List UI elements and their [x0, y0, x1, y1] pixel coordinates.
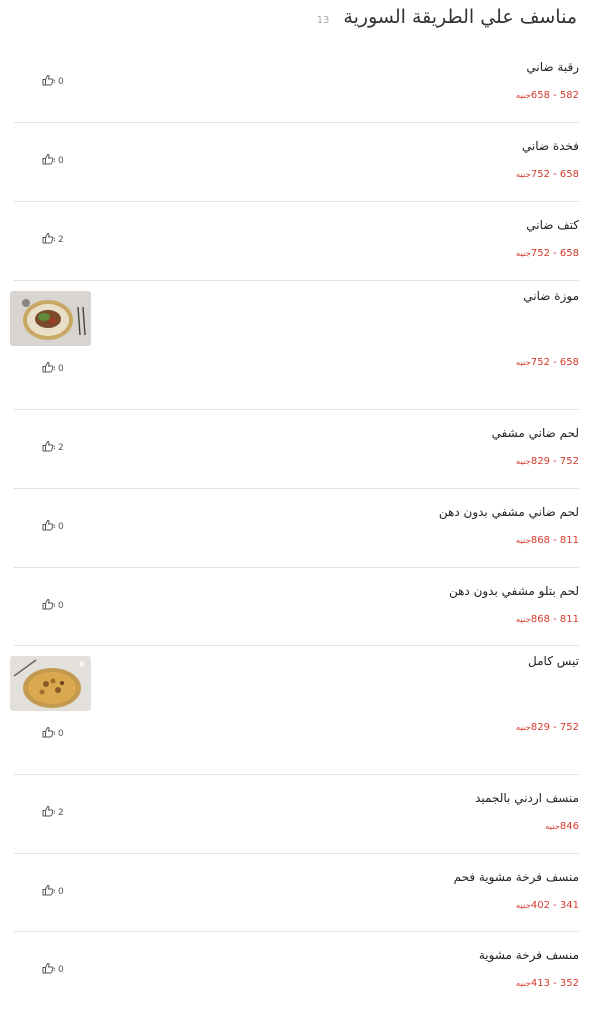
menu-item[interactable]: تيس كامل 752 - 829جنيه 0 — [10, 646, 579, 775]
thumbs-up-icon — [42, 74, 56, 89]
menu-item[interactable]: لحم بتلو مشفي بدون دهن 811 - 868جنيه 0 — [14, 568, 579, 646]
menu-item-image[interactable] — [10, 656, 91, 711]
price-value: 341 - 402 — [530, 900, 579, 911]
like-count: 2 — [58, 234, 64, 245]
like-count: 0 — [58, 76, 64, 87]
menu-item-price: 658 - 752جنيه — [516, 357, 579, 368]
like-count: 0 — [58, 886, 64, 897]
like-button[interactable]: 0 — [42, 962, 64, 977]
price-currency: جنيه — [544, 822, 560, 832]
menu-item-price: 811 - 868جنيه — [516, 614, 579, 625]
menu-item[interactable]: منسف فرخة مشوية فحم 341 - 402جنيه 0 — [14, 854, 579, 932]
menu-item[interactable]: لحم ضاني مشفي 752 - 829جنيه 2 — [14, 410, 579, 489]
like-button[interactable]: 0 — [42, 598, 64, 613]
menu-item-name: لحم ضاني مشفي بدون دهن — [438, 505, 579, 519]
price-value: 352 - 413 — [530, 978, 579, 989]
like-button[interactable]: 2 — [42, 440, 64, 455]
menu-item-price: 352 - 413جنيه — [516, 978, 579, 989]
menu-item[interactable]: فخدة ضاني 658 - 752جنيه 0 — [14, 123, 579, 202]
like-count: 2 — [58, 442, 64, 453]
price-currency: جنيه — [515, 91, 531, 101]
menu-section-header: مناسف علي الطريقة السورية 13 — [14, 6, 577, 36]
price-value: 846 — [559, 821, 579, 832]
menu-item-price: 811 - 868جنيه — [516, 535, 579, 546]
like-count: 0 — [58, 964, 64, 975]
like-button[interactable]: 2 — [42, 232, 64, 247]
menu-item-price: 341 - 402جنيه — [516, 900, 579, 911]
menu-item-price: 582 - 658جنيه — [516, 90, 579, 101]
thumbs-up-icon — [42, 598, 56, 613]
menu-item-name: منسف اردني بالجميد — [475, 791, 579, 805]
price-value: 658 - 752 — [530, 357, 579, 368]
thumbs-up-icon — [42, 519, 56, 534]
like-count: 0 — [58, 600, 64, 611]
menu-item-name: منسف فرخة مشوية — [478, 948, 579, 962]
menu-item[interactable]: رقبة ضاني 582 - 658جنيه 0 — [14, 44, 579, 123]
like-count: 0 — [58, 521, 64, 532]
price-currency: جنيه — [515, 979, 531, 989]
like-count: 0 — [58, 728, 64, 739]
menu-item-name: منسف فرخة مشوية فحم — [453, 870, 579, 884]
like-count: 2 — [58, 807, 64, 818]
menu-item-name: لحم ضاني مشفي — [491, 426, 579, 440]
price-value: 658 - 752 — [530, 169, 579, 180]
price-value: 582 - 658 — [530, 90, 579, 101]
price-value: 752 - 829 — [530, 456, 579, 467]
menu-item[interactable]: منسف فرخة مشوية 352 - 413جنيه 0 — [14, 932, 579, 1009]
price-currency: جنيه — [515, 457, 531, 467]
menu-item-name: كتف ضاني — [526, 218, 579, 232]
thumbs-up-icon — [42, 361, 56, 376]
menu-item-price: 658 - 752جنيه — [516, 248, 579, 259]
thumbs-up-icon — [42, 153, 56, 168]
thumbs-up-icon — [42, 805, 56, 820]
menu-item[interactable]: كتف ضاني 658 - 752جنيه 2 — [14, 202, 579, 281]
menu-item-price: 846جنيه — [545, 821, 579, 832]
menu-item-name: تيس كامل — [528, 654, 579, 668]
like-count: 0 — [58, 155, 64, 166]
menu-item-price: 658 - 752جنيه — [516, 169, 579, 180]
thumbs-up-icon — [42, 440, 56, 455]
thumbs-up-icon — [42, 726, 56, 741]
thumbs-up-icon — [42, 962, 56, 977]
like-button[interactable]: 0 — [42, 884, 64, 899]
like-button[interactable]: 0 — [42, 74, 64, 89]
menu-item[interactable]: منسف اردني بالجميد 846جنيه 2 — [14, 775, 579, 854]
menu-item-image[interactable] — [10, 291, 91, 346]
menu-item-list: رقبة ضاني 582 - 658جنيه 0 فخدة ضاني 658 - 75… — [10, 44, 579, 1009]
like-button[interactable]: 0 — [42, 153, 64, 168]
price-currency: جنيه — [515, 536, 531, 546]
price-currency: جنيه — [515, 249, 531, 259]
menu-item-name: موزة ضاني — [523, 289, 579, 303]
price-value: 811 - 868 — [530, 614, 579, 625]
item-count: 13 — [316, 15, 330, 26]
menu-item-price: 752 - 829جنيه — [516, 722, 579, 733]
menu-item[interactable]: موزة ضاني 658 - 752جنيه 0 — [10, 281, 579, 410]
like-button[interactable]: 0 — [42, 726, 64, 741]
menu-item-name: لحم بتلو مشفي بدون دهن — [448, 584, 579, 598]
thumbs-up-icon — [42, 884, 56, 899]
menu-item[interactable]: لحم ضاني مشفي بدون دهن 811 - 868جنيه 0 — [14, 489, 579, 568]
like-button[interactable]: 2 — [42, 805, 64, 820]
price-value: 658 - 752 — [530, 248, 579, 259]
price-value: 752 - 829 — [530, 722, 579, 733]
menu-item-name: رقبة ضاني — [526, 60, 579, 74]
thumbs-up-icon — [42, 232, 56, 247]
menu-item-price: 752 - 829جنيه — [516, 456, 579, 467]
price-value: 811 - 868 — [530, 535, 579, 546]
price-currency: جنيه — [515, 723, 531, 733]
price-currency: جنيه — [515, 358, 531, 368]
price-currency: جنيه — [515, 901, 531, 911]
price-currency: جنيه — [515, 615, 531, 625]
like-button[interactable]: 0 — [42, 519, 64, 534]
like-count: 0 — [58, 363, 64, 374]
section-title: مناسف علي الطريقة السورية — [343, 6, 577, 28]
like-button[interactable]: 0 — [42, 361, 64, 376]
menu-item-name: فخدة ضاني — [521, 139, 579, 153]
price-currency: جنيه — [515, 170, 531, 180]
